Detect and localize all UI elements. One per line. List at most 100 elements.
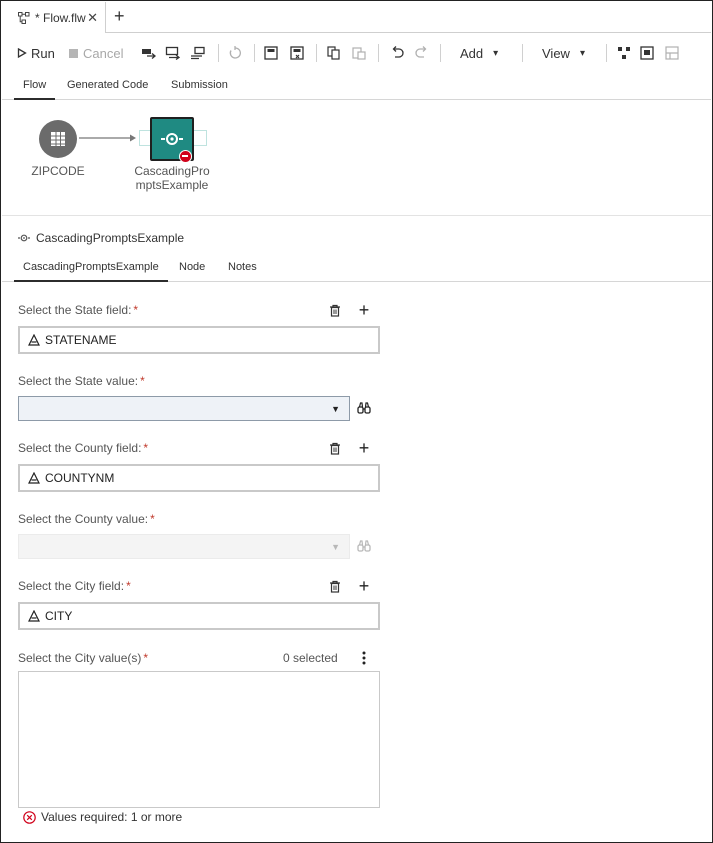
- document-tab-bar: * Flow.flw ✕ +: [2, 2, 711, 33]
- run-node-button[interactable]: [190, 39, 206, 67]
- save-icon: [264, 46, 278, 60]
- character-column-icon: [28, 610, 40, 622]
- binoculars-icon[interactable]: [356, 400, 372, 416]
- toolbar: Run Cancel Add ▾ View ▾: [2, 39, 711, 67]
- add-menu-button[interactable]: Add ▾: [460, 39, 498, 67]
- redo-button[interactable]: [415, 39, 429, 67]
- tab-flow[interactable]: Flow: [14, 73, 56, 100]
- toolbar-separator: [254, 44, 255, 62]
- city-values-list[interactable]: [18, 671, 380, 808]
- state-field-value: STATENAME: [45, 333, 117, 347]
- add-icon[interactable]: +: [356, 577, 372, 595]
- county-field-label: Select the County field: *: [18, 441, 148, 455]
- validation-error: Values required: 1 or more: [23, 810, 182, 824]
- copy-button[interactable]: [327, 39, 341, 67]
- required-marker: *: [126, 579, 131, 593]
- prompt-node-icon: [161, 133, 183, 145]
- run-node-icon: [191, 46, 205, 60]
- run-from-node-button[interactable]: [141, 39, 157, 67]
- node-label-line: CascadingPro: [134, 164, 210, 178]
- toolbar-separator: [378, 44, 379, 62]
- connector-arrow-icon: [130, 134, 136, 142]
- tab-generated-code[interactable]: Generated Code: [67, 73, 148, 100]
- label-text: Select the County field:: [18, 441, 142, 455]
- city-field-box[interactable]: CITY: [18, 602, 380, 630]
- chevron-down-icon: ▾: [493, 47, 499, 59]
- arrange-nodes-button[interactable]: [617, 39, 631, 67]
- toolbar-separator: [606, 44, 607, 62]
- caret-down-icon: ▼: [331, 542, 340, 552]
- table-icon: [51, 132, 65, 146]
- state-field-box[interactable]: STATENAME: [18, 326, 380, 354]
- more-options-icon[interactable]: [358, 650, 370, 666]
- toolbar-separator: [522, 44, 523, 62]
- required-marker: *: [143, 441, 149, 455]
- node-error-icon: [179, 150, 192, 163]
- flow-icon: [18, 11, 30, 24]
- table-node-zipcode[interactable]: [39, 120, 77, 158]
- split-view-icon: [665, 46, 679, 60]
- document-tab-title: * Flow.flw: [35, 10, 86, 25]
- overview-button[interactable]: [640, 39, 654, 67]
- tab-notes[interactable]: Notes: [228, 256, 257, 282]
- cancel-button[interactable]: Cancel: [69, 39, 123, 67]
- required-marker: *: [133, 303, 139, 317]
- trash-icon[interactable]: [327, 302, 343, 318]
- split-view-button[interactable]: [665, 39, 679, 67]
- required-marker: *: [150, 512, 155, 526]
- copy-icon: [327, 46, 340, 60]
- tab-cascading-prompts[interactable]: CascadingPromptsExample: [14, 256, 168, 282]
- document-tab-flow[interactable]: * Flow.flw ✕: [2, 2, 106, 33]
- toolbar-separator: [218, 44, 219, 62]
- paste-button[interactable]: [352, 39, 366, 67]
- error-circle-icon: [23, 810, 36, 824]
- close-icon[interactable]: ✕: [87, 10, 98, 26]
- add-icon[interactable]: +: [356, 301, 372, 319]
- run-label: Run: [31, 45, 55, 61]
- state-value-select[interactable]: ▼: [18, 396, 350, 421]
- run-from-node-icon: [142, 49, 157, 59]
- label-text: Select the State field:: [18, 303, 132, 317]
- state-field-label: Select the State field: *: [18, 303, 138, 317]
- county-value-label: Select the County value: *: [18, 512, 155, 526]
- required-marker: *: [143, 651, 149, 665]
- redo-icon: [415, 46, 427, 58]
- county-field-box[interactable]: COUNTYNM: [18, 464, 380, 492]
- state-value-label: Select the State value: *: [18, 374, 145, 388]
- overview-icon: [640, 46, 654, 60]
- refresh-button[interactable]: [228, 39, 242, 67]
- add-icon[interactable]: +: [356, 439, 372, 457]
- county-value-select: ▼: [18, 534, 350, 559]
- city-field-label: Select the City field: *: [18, 579, 131, 593]
- view-menu-button[interactable]: View ▾: [542, 39, 585, 67]
- binoculars-icon: [356, 538, 372, 554]
- view-tab-bar: Flow Generated Code Submission: [2, 73, 711, 100]
- city-values-label: Select the City value(s) *: [18, 651, 148, 665]
- flow-canvas[interactable]: ZIPCODE CascadingPro mptsExample: [2, 101, 711, 216]
- app-window: * Flow.flw ✕ + Run Cancel Add ▾ View ▾ F…: [0, 0, 713, 843]
- tab-submission[interactable]: Submission: [171, 73, 228, 100]
- run-button[interactable]: Run: [17, 39, 55, 67]
- cancel-label: Cancel: [83, 45, 124, 61]
- add-label: Add: [460, 45, 484, 61]
- trash-icon[interactable]: [327, 440, 343, 456]
- run-icon: [17, 48, 27, 58]
- character-column-icon: [28, 334, 40, 346]
- trash-icon[interactable]: [327, 578, 343, 594]
- toolbar-separator: [316, 44, 317, 62]
- selected-count: 0 selected: [283, 651, 338, 665]
- toolbar-separator: [440, 44, 441, 62]
- error-message: Values required: 1 or more: [41, 810, 183, 824]
- label-text: Select the State value:: [18, 374, 139, 388]
- label-text: Select the City field:: [18, 579, 125, 593]
- run-to-node-icon: [165, 46, 181, 60]
- save-button[interactable]: [264, 39, 278, 67]
- add-tab-icon[interactable]: +: [114, 7, 125, 25]
- save-as-icon: [290, 46, 304, 60]
- undo-button[interactable]: [390, 39, 404, 67]
- tab-node[interactable]: Node: [179, 256, 205, 282]
- save-as-button[interactable]: [290, 39, 304, 67]
- run-to-node-button[interactable]: [165, 39, 181, 67]
- label-text: Select the City value(s): [18, 651, 142, 665]
- arrange-icon: [618, 47, 630, 59]
